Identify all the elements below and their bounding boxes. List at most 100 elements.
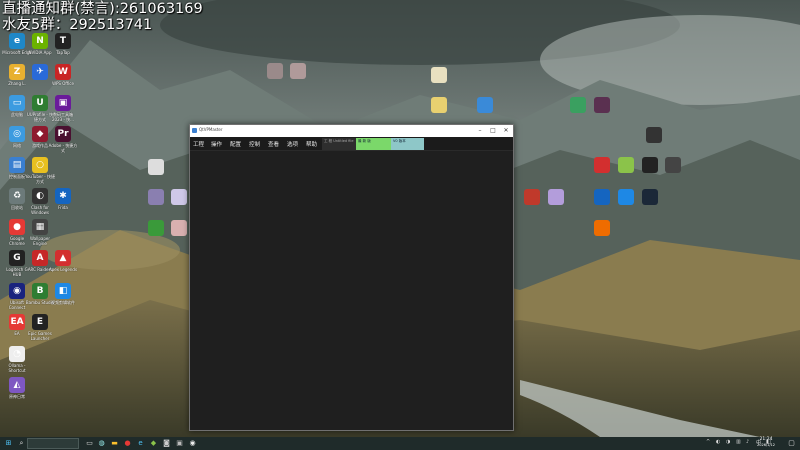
apex-icon: ▲ xyxy=(55,250,71,266)
desktop-shortcut-icon[interactable] xyxy=(519,189,545,205)
menu-options[interactable]: 选项 xyxy=(287,140,298,148)
file-explorer-icon[interactable]: ▬ xyxy=(110,439,119,448)
desktop-shortcut-icon[interactable] xyxy=(589,97,615,113)
desktop-icon-ganyu[interactable]: ◭ 原神日常 xyxy=(4,377,30,399)
workspace-canvas[interactable] xyxy=(190,151,513,430)
tray-chevron-icon[interactable]: ^ xyxy=(706,439,710,445)
desktop-icon-label: Frida xyxy=(58,205,68,210)
desktop-icon-wps[interactable]: W WPS Office xyxy=(50,64,76,86)
desktop-shortcut-icon[interactable] xyxy=(426,97,452,113)
shortcut-icon xyxy=(665,157,681,173)
desktop-shortcut-icon[interactable] xyxy=(426,67,452,83)
window-titlebar[interactable]: QtVPMaster – □ ✕ xyxy=(190,125,513,137)
taskbar-obs-icon[interactable]: ◉ xyxy=(188,439,197,448)
close-icon[interactable]: ✕ xyxy=(501,126,511,136)
tab-v0[interactable]: V0 版本 xyxy=(391,138,424,150)
recycle-icon: ♻ xyxy=(9,188,25,204)
desktop-icon-adobe[interactable]: Pr Adobe - 快捷方式 xyxy=(48,126,78,153)
shell-icon: ○ xyxy=(32,157,48,173)
desktop-shortcut-icon[interactable] xyxy=(660,157,686,173)
desktop-icon-label: WPS Office xyxy=(52,81,74,86)
zhang-icon: Z xyxy=(9,64,25,80)
desktop-icon-label: Adobe - 快捷方式 xyxy=(48,143,78,153)
task-view-icon[interactable]: ▭ xyxy=(85,439,94,448)
desktop-icon-epic[interactable]: E Epic Games Launcher xyxy=(27,314,53,341)
desktop-icon-ollama[interactable]: ◔ Ollama - Shortcut xyxy=(4,346,30,373)
screen-icon: ◧ xyxy=(55,283,71,299)
uuprofile-icon: U xyxy=(32,95,48,111)
net-icon: ◎ xyxy=(9,126,25,142)
menu-help[interactable]: 帮助 xyxy=(306,140,317,148)
menu-project[interactable]: 工程 xyxy=(193,140,204,148)
taskbar-media-icon[interactable]: ◙ xyxy=(162,439,171,448)
volume-icon[interactable]: ♪ xyxy=(746,439,749,445)
logi-icon: G xyxy=(9,250,25,266)
desktop-shortcut-icon[interactable] xyxy=(613,189,639,205)
desktop-icon-shell[interactable]: ○ YouTuber - 快捷方式 xyxy=(25,157,55,184)
overlay-fan-group: 水友5群：292513741 xyxy=(2,17,153,33)
tab-project-file[interactable]: 工 程 Untitled file xyxy=(322,138,356,150)
epic-icon: E xyxy=(32,314,48,330)
maximize-icon[interactable]: □ xyxy=(488,126,498,136)
desktop-shortcut-icon[interactable] xyxy=(637,189,663,205)
shortcut-icon xyxy=(642,189,658,205)
taskbar-green-app-icon[interactable]: ◆ xyxy=(149,439,158,448)
search-icon[interactable]: ⌕ xyxy=(17,439,26,448)
taskbar-app-window-icon[interactable]: ▣ xyxy=(175,439,184,448)
wallpaper-icon: ▦ xyxy=(32,219,48,235)
shortcut-icon xyxy=(594,189,610,205)
desktop-icon-apex[interactable]: ▲ Apex Legends xyxy=(49,250,77,272)
shouji-icon: ▣ xyxy=(55,95,71,111)
nvidia-icon: N xyxy=(32,33,48,49)
desktop-shortcut-icon[interactable] xyxy=(589,189,615,205)
game-icon: ◆ xyxy=(32,126,48,142)
edge-icon[interactable]: e xyxy=(136,439,145,448)
desktop-shortcut-icon[interactable] xyxy=(641,127,667,143)
desktop-shortcut-icon[interactable] xyxy=(543,189,569,205)
desktop-shortcut-icon[interactable] xyxy=(565,97,591,113)
edge-icon: e xyxy=(9,33,25,49)
desktop-icon-label: TapTap xyxy=(56,50,70,55)
desktop-shortcut-icon[interactable] xyxy=(589,157,615,173)
ganyu-icon: ◭ xyxy=(9,377,25,393)
app-window[interactable]: QtVPMaster – □ ✕ 工程 操作 配置 控制 查看 选项 帮助 工 … xyxy=(189,124,514,431)
shortcut-icon xyxy=(290,63,306,79)
taskbar-search-box[interactable] xyxy=(27,438,79,449)
shortcut-icon xyxy=(148,220,164,236)
menu-view[interactable]: 查看 xyxy=(268,140,279,148)
desktop-icon-label: 视频剪辑软件 xyxy=(51,300,75,305)
window-title: QtVPMaster xyxy=(199,127,223,132)
desktop-shortcut-icon[interactable] xyxy=(589,220,615,236)
menu-operate[interactable]: 操作 xyxy=(211,140,222,148)
chrome-icon[interactable]: ● xyxy=(123,439,132,448)
desktop-icon-taptap[interactable]: T TapTap xyxy=(50,33,76,55)
notification-icon[interactable]: ▢ xyxy=(787,439,796,448)
tab-latest[interactable]: 最 新 版 xyxy=(356,138,391,150)
desktop-shortcut-icon[interactable] xyxy=(613,157,639,173)
network-icon[interactable]: ▥ xyxy=(736,439,741,445)
overlay-notice-group: 直播通知群(禁言):261063169 xyxy=(2,1,203,17)
chrome-icon: ● xyxy=(9,219,25,235)
taskbar: ⊞ ⌕ ▭ ◍ ▬ ● e ◆ ◙ ▣ ◉ ^ ◐ ◑ ▥ ♪ 中 ◧ 21:2… xyxy=(0,437,800,450)
shortcut-icon xyxy=(171,189,187,205)
menu-control[interactable]: 控制 xyxy=(249,140,260,148)
menu-config[interactable]: 配置 xyxy=(230,140,241,148)
desktop-icon-label: 数码工具箱 2023 - 快... xyxy=(52,112,74,122)
desktop-shortcut-icon[interactable] xyxy=(472,97,498,113)
desktop-icon-wallpaper[interactable]: ▦ Wallpaper Engine xyxy=(27,219,53,246)
desktop-icon-frida[interactable]: ✱ Frida xyxy=(50,188,76,210)
desktop-icon-shouji[interactable]: ▣ 数码工具箱 2023 - 快... xyxy=(50,95,76,122)
tray-app-icon-2[interactable]: ◑ xyxy=(726,439,730,445)
panel-icon: ▤ xyxy=(9,157,25,173)
desktop-icon-screen[interactable]: ◧ 视频剪辑软件 xyxy=(50,283,76,305)
taskbar-app-icon[interactable]: ◍ xyxy=(97,439,106,448)
shortcut-icon xyxy=(570,97,586,113)
desktop-shortcut-icon[interactable] xyxy=(143,159,169,175)
clock-date: 2026/1/12 xyxy=(757,443,775,447)
taskbar-clock[interactable]: 21:24 2026/1/12 xyxy=(754,437,778,448)
tray-app-icon[interactable]: ◐ xyxy=(716,439,720,445)
desktop-icon-label: Zhang L. xyxy=(8,81,26,86)
desktop-shortcut-icon[interactable] xyxy=(285,63,311,79)
minimize-icon[interactable]: – xyxy=(475,126,485,136)
start-windows-icon[interactable]: ⊞ xyxy=(4,439,13,448)
